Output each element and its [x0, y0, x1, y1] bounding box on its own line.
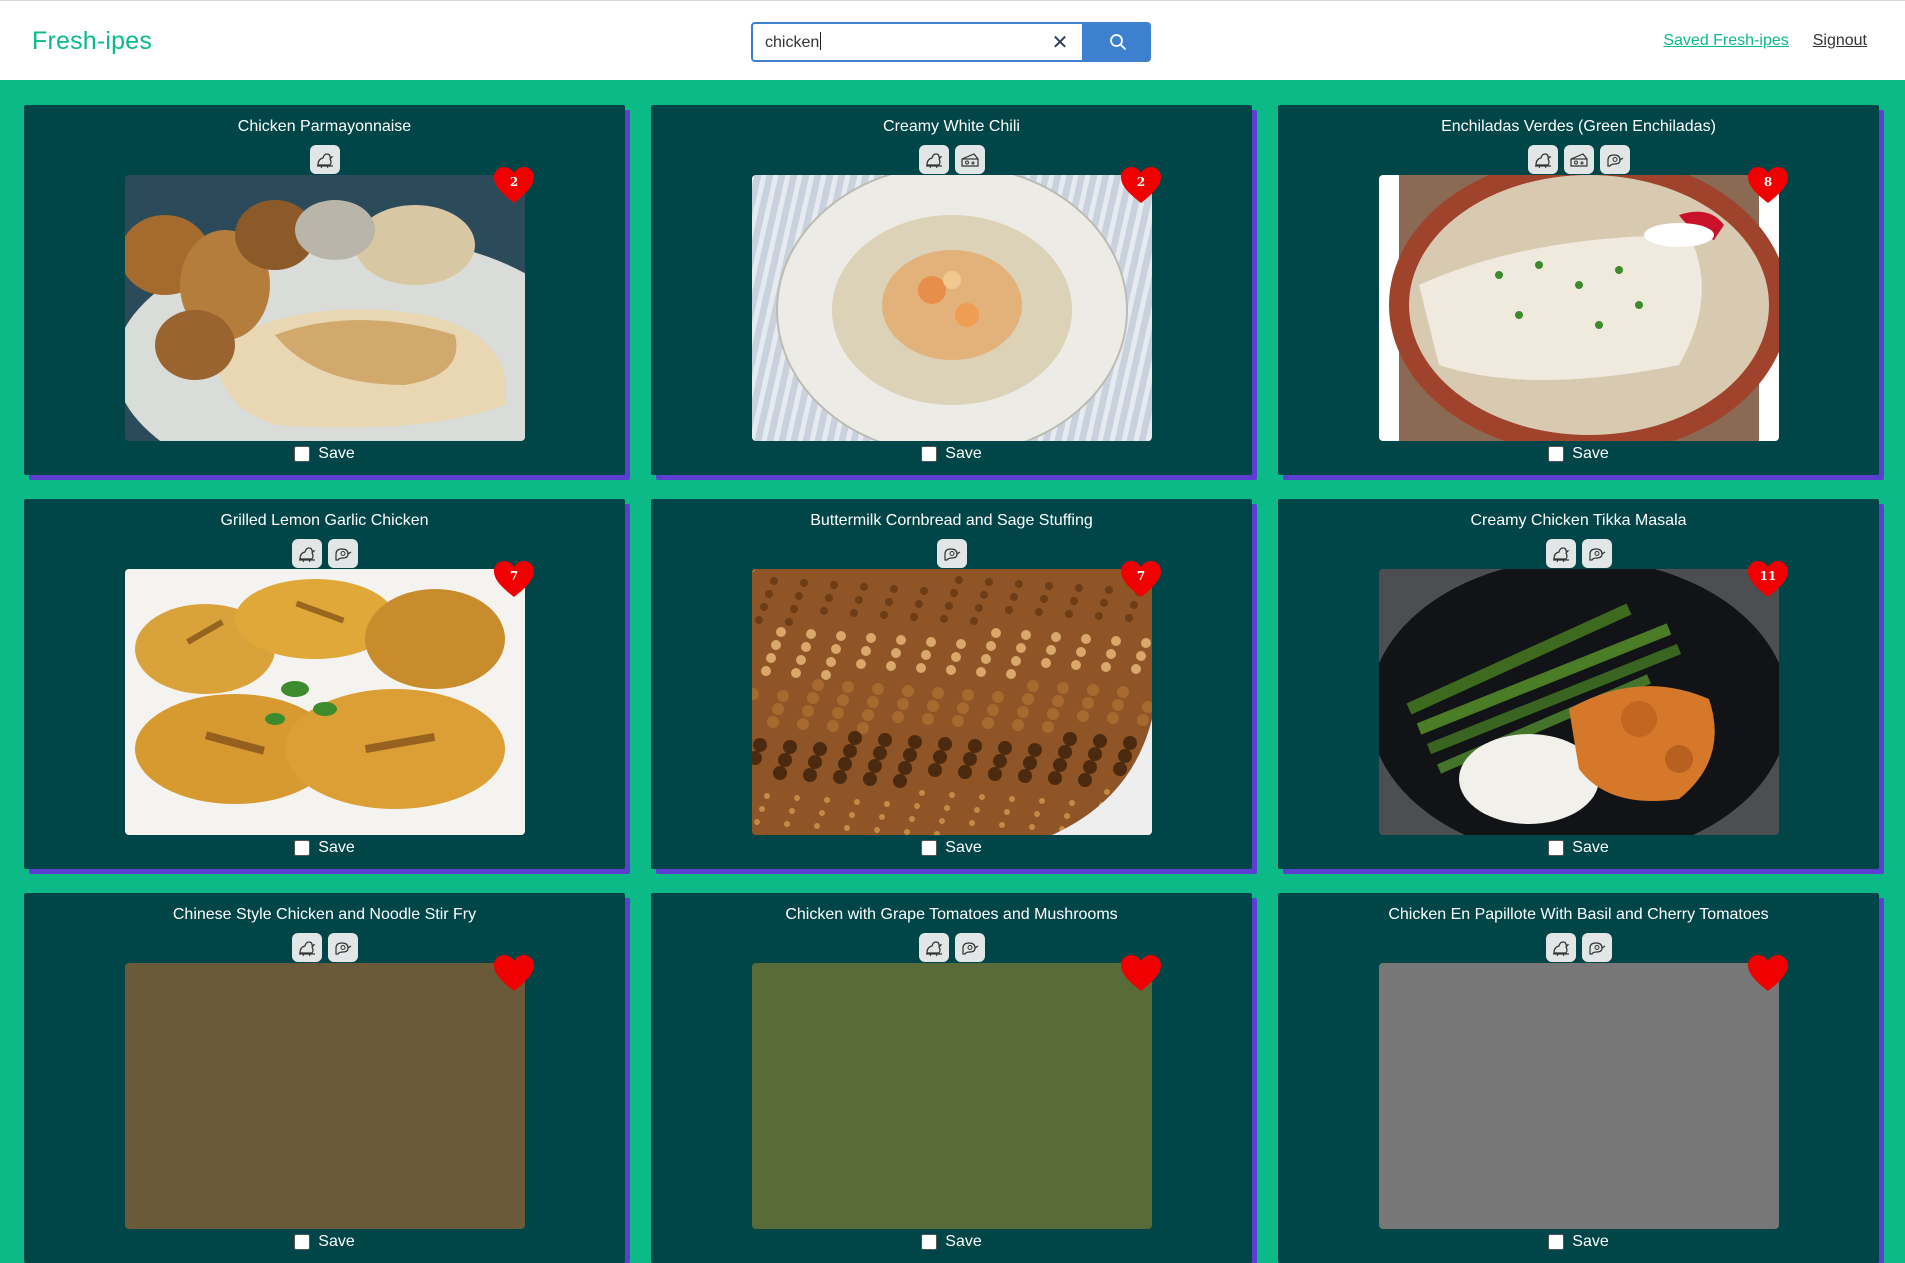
likes-count: 2 — [509, 175, 519, 189]
top-navbar: Fresh-ipes chicken ✕ Saved Fresh-ipes Si… — [0, 0, 1905, 80]
likes-count: 7 — [509, 569, 519, 583]
saved-fresh-ipes-link[interactable]: Saved Fresh-ipes — [1663, 32, 1788, 50]
meat-tag-icon — [327, 539, 358, 568]
recipe-title[interactable]: Buttermilk Cornbread and Sage Stuffing — [651, 499, 1252, 532]
recipe-photo[interactable] — [1379, 963, 1779, 1229]
likes-heart-icon[interactable] — [1746, 953, 1790, 993]
likes-count: 2 — [1136, 175, 1146, 189]
likes-heart-icon[interactable]: 7 — [1119, 559, 1163, 599]
recipe-title[interactable]: Chicken Parmayonnaise — [24, 105, 625, 138]
recipe-photo[interactable] — [752, 963, 1152, 1229]
likes-heart-icon[interactable]: 8 — [1746, 165, 1790, 205]
search-input-value: chicken — [765, 34, 820, 51]
save-label[interactable]: Save — [318, 445, 354, 463]
save-control[interactable]: Save — [24, 1233, 625, 1251]
save-label[interactable]: Save — [1572, 839, 1608, 857]
recipe-card[interactable]: Creamy Chicken Tikka Masala 11 Save — [1278, 499, 1879, 869]
meat-tag-icon — [936, 539, 967, 568]
save-label[interactable]: Save — [945, 1233, 981, 1251]
save-checkbox[interactable] — [294, 840, 311, 856]
brand-logo[interactable]: Fresh-ipes — [32, 27, 152, 56]
save-control[interactable]: Save — [24, 445, 625, 463]
meat-tag-icon — [1581, 933, 1612, 962]
recipe-title[interactable]: Creamy Chicken Tikka Masala — [1278, 499, 1879, 532]
likes-heart-icon[interactable]: 2 — [1119, 165, 1163, 205]
nav-links: Saved Fresh-ipes Signout — [1663, 32, 1867, 50]
recipe-photo[interactable] — [752, 569, 1152, 835]
likes-count: 11 — [1759, 569, 1777, 583]
save-label[interactable]: Save — [1572, 1233, 1608, 1251]
likes-heart-icon[interactable]: 7 — [492, 559, 536, 599]
likes-count: 8 — [1763, 175, 1773, 189]
save-checkbox[interactable] — [1548, 1234, 1565, 1250]
meat-tag-icon — [954, 933, 985, 962]
cheese-tag-icon — [954, 145, 985, 174]
search-input[interactable]: chicken ✕ — [751, 22, 1084, 62]
recipe-photo[interactable] — [752, 175, 1152, 441]
chicken-tag-icon — [918, 933, 949, 962]
recipe-card[interactable]: Grilled Lemon Garlic Chicken 7 Save — [24, 499, 625, 869]
recipe-title[interactable]: Creamy White Chili — [651, 105, 1252, 138]
likes-heart-icon[interactable]: 11 — [1746, 559, 1790, 599]
save-label[interactable]: Save — [945, 445, 981, 463]
save-checkbox[interactable] — [921, 840, 938, 856]
save-label[interactable]: Save — [318, 1233, 354, 1251]
recipe-grid: Chicken Parmayonnaise 2 Save Creamy White C… — [24, 105, 1879, 1263]
search-bar: chicken ✕ — [751, 22, 1151, 62]
recipe-photo[interactable] — [125, 175, 525, 441]
save-control[interactable]: Save — [1278, 1233, 1879, 1251]
save-control[interactable]: Save — [651, 445, 1252, 463]
recipe-card[interactable]: Buttermilk Cornbread and Sage Stuffing 7 S… — [651, 499, 1252, 869]
save-checkbox[interactable] — [921, 1234, 938, 1250]
search-icon — [1109, 34, 1126, 50]
recipe-photo[interactable] — [125, 569, 525, 835]
save-checkbox[interactable] — [1548, 446, 1565, 462]
recipe-card[interactable]: Creamy White Chili 2 Save — [651, 105, 1252, 475]
recipe-card[interactable]: Chinese Style Chicken and Noodle Stir Fr… — [24, 893, 625, 1263]
save-control[interactable]: Save — [1278, 445, 1879, 463]
save-checkbox[interactable] — [294, 1234, 311, 1250]
save-label[interactable]: Save — [945, 839, 981, 857]
save-checkbox[interactable] — [1548, 840, 1565, 856]
recipe-title[interactable]: Enchiladas Verdes (Green Enchiladas) — [1278, 105, 1879, 138]
save-label[interactable]: Save — [1572, 445, 1608, 463]
meat-tag-icon — [327, 933, 358, 962]
chicken-tag-icon — [918, 145, 949, 174]
meat-tag-icon — [1599, 145, 1630, 174]
chicken-tag-icon — [1545, 539, 1576, 568]
chicken-tag-icon — [1527, 145, 1558, 174]
recipe-title[interactable]: Chinese Style Chicken and Noodle Stir Fr… — [24, 893, 625, 926]
likes-heart-icon[interactable]: 2 — [492, 165, 536, 205]
likes-count: 7 — [1136, 569, 1146, 583]
recipe-photo[interactable] — [125, 963, 525, 1229]
chicken-tag-icon — [309, 145, 340, 174]
save-checkbox[interactable] — [294, 446, 311, 462]
recipe-card[interactable]: Chicken with Grape Tomatoes and Mushroom… — [651, 893, 1252, 1263]
save-control[interactable]: Save — [651, 839, 1252, 857]
save-label[interactable]: Save — [318, 839, 354, 857]
save-control[interactable]: Save — [1278, 839, 1879, 857]
recipe-card[interactable]: Chicken Parmayonnaise 2 Save — [24, 105, 625, 475]
save-checkbox[interactable] — [921, 446, 938, 462]
save-control[interactable]: Save — [24, 839, 625, 857]
likes-heart-icon[interactable] — [492, 953, 536, 993]
recipe-photo[interactable] — [1379, 569, 1779, 835]
meat-tag-icon — [1581, 539, 1612, 568]
signout-link[interactable]: Signout — [1813, 32, 1867, 50]
recipe-photo[interactable] — [1379, 175, 1779, 441]
search-button[interactable] — [1084, 22, 1151, 62]
recipe-card[interactable]: Chicken En Papillote With Basil and Cher… — [1278, 893, 1879, 1263]
recipe-title[interactable]: Chicken with Grape Tomatoes and Mushroom… — [651, 893, 1252, 926]
recipe-card[interactable]: Enchiladas Verdes (Green Enchiladas) 8 Sav… — [1278, 105, 1879, 475]
chicken-tag-icon — [1545, 933, 1576, 962]
chicken-tag-icon — [291, 933, 322, 962]
recipe-title[interactable]: Chicken En Papillote With Basil and Cher… — [1278, 893, 1879, 926]
close-icon[interactable]: ✕ — [1050, 30, 1070, 55]
cheese-tag-icon — [1563, 145, 1594, 174]
likes-heart-icon[interactable] — [1119, 953, 1163, 993]
chicken-tag-icon — [291, 539, 322, 568]
save-control[interactable]: Save — [651, 1233, 1252, 1251]
recipe-title[interactable]: Grilled Lemon Garlic Chicken — [24, 499, 625, 532]
